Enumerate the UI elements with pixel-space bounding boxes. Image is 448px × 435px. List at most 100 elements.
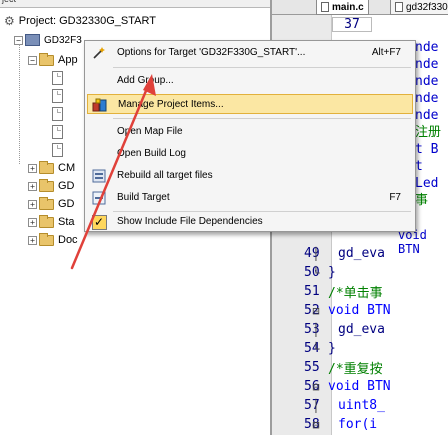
project-root[interactable]: ⚙ Project: GD32330G_START: [4, 13, 156, 29]
file-icon: [395, 2, 403, 12]
editor-tab-strip: main.c gd32f330: [272, 0, 448, 15]
menu-item-add-group[interactable]: Add Group...: [87, 71, 413, 91]
tree-file[interactable]: [52, 88, 67, 104]
checkbox-icon[interactable]: ✓: [91, 214, 107, 230]
line-number: 53: [304, 322, 320, 337]
menu-item-label: Open Build Log: [117, 148, 186, 159]
tab-label: gd32f330: [406, 1, 448, 13]
folder-icon: [39, 196, 54, 210]
panel-tab-fragment: ject: [2, 0, 16, 4]
menu-item-manage-project-items[interactable]: Manage Project Items...: [87, 94, 413, 114]
target-node[interactable]: − GD32F3: [14, 32, 82, 48]
wand-icon: [91, 45, 107, 61]
tree-group[interactable]: + Doc: [28, 232, 78, 248]
code-fragment: Led: [415, 176, 439, 191]
tree-label: GD: [58, 198, 75, 210]
tree-file[interactable]: [52, 106, 67, 122]
menu-separator: [113, 67, 411, 68]
menu-item-open-build-log[interactable]: Open Build Log: [87, 144, 413, 164]
code-text: gd_eva: [338, 322, 385, 337]
menu-item-label: Manage Project Items...: [118, 99, 224, 110]
project-items-icon: [92, 97, 108, 113]
code-text: /*单击事: [328, 286, 383, 301]
tree-label: GD: [58, 180, 75, 192]
expand-icon[interactable]: +: [28, 217, 37, 227]
code-line: 49 │ gd_eva: [272, 245, 385, 262]
code-text: void BTN: [328, 379, 391, 394]
code-line: 50 └ }: [272, 264, 336, 281]
folder-icon: [39, 232, 54, 246]
tree-group[interactable]: + GD: [28, 196, 75, 212]
menu-item-options-for-target[interactable]: Options for Target 'GD32F330G_START'... …: [87, 43, 413, 63]
file-icon: [52, 107, 63, 121]
expand-icon[interactable]: +: [28, 163, 37, 173]
menu-separator: [113, 118, 411, 119]
tab-main-c[interactable]: main.c: [316, 0, 369, 15]
line-number: 52: [304, 303, 320, 318]
code-text: uint8_: [338, 398, 385, 413]
fold-marker[interactable]: ⊟: [308, 304, 324, 318]
project-label: Project: GD32330G_START: [18, 15, 156, 27]
collapse-icon[interactable]: −: [28, 55, 37, 65]
expand-icon[interactable]: +: [28, 235, 37, 245]
code-fragment: t B: [415, 142, 439, 157]
menu-item-shortcut: Alt+F7: [371, 47, 401, 58]
code-line: 54 └ }: [272, 340, 336, 357]
code-fragment: nde: [415, 108, 439, 123]
file-icon: [52, 71, 63, 85]
code-text: void BTN: [328, 303, 391, 318]
menu-item-label: Options for Target 'GD32F330G_START'...: [117, 47, 306, 58]
code-text: /*重复按: [328, 362, 383, 377]
code-line: 58 ⊟ for(i: [272, 416, 377, 433]
code-line: 51 /*单击事: [272, 283, 383, 301]
code-fragment: 事: [415, 193, 429, 208]
tree-group-app[interactable]: − App: [28, 52, 78, 68]
file-icon: [52, 143, 63, 157]
fold-marker: │: [312, 246, 320, 261]
line-number: 49: [304, 246, 320, 261]
tree-file[interactable]: [52, 70, 67, 86]
tree-file[interactable]: [52, 124, 67, 140]
code-fragment: nde: [415, 91, 439, 106]
tree-label: Doc: [58, 234, 78, 246]
expand-icon[interactable]: +: [28, 181, 37, 191]
code-line: 52 ⊟ void BTN: [272, 302, 391, 319]
folder-icon: [39, 178, 54, 192]
tree-group[interactable]: + CM: [28, 160, 75, 176]
line-number: 54: [304, 341, 320, 356]
folder-icon: [39, 214, 54, 228]
code-fragments: nde nde nde nde nde 注册 t B t Led 事: [415, 39, 441, 209]
line-number: 50: [304, 265, 320, 280]
fold-marker: │: [312, 322, 320, 337]
panel-tab-strip: ject: [0, 0, 270, 8]
tree-group[interactable]: + Sta: [28, 214, 75, 230]
menu-item-rebuild-all[interactable]: Rebuild all target files: [87, 166, 413, 186]
menu-item-build-target[interactable]: Build Target F7: [87, 188, 413, 208]
code-fragment: t: [415, 159, 423, 174]
code-line: 56 ⊟ void BTN: [272, 378, 391, 395]
menu-item-open-map-file[interactable]: Open Map File: [87, 122, 413, 142]
code-line: 53 │ gd_eva: [272, 321, 385, 338]
target-label: GD32F3: [44, 34, 82, 46]
fold-marker[interactable]: ⊟: [308, 418, 324, 432]
file-icon: [321, 2, 329, 12]
file-icon: [52, 125, 63, 139]
expand-icon[interactable]: +: [28, 199, 37, 209]
tree-label: CM: [58, 162, 76, 174]
code-line: 55 /*重复按: [272, 359, 383, 377]
folder-icon: [39, 52, 54, 66]
tree-file[interactable]: [52, 142, 67, 158]
line-number: 58: [304, 417, 320, 432]
code-fragment: nde: [415, 74, 439, 89]
menu-item-show-include-deps[interactable]: ✓ Show Include File Dependencies: [87, 212, 413, 232]
tab-gd32f330[interactable]: gd32f330: [390, 0, 448, 15]
line-number: 37: [332, 17, 372, 32]
menu-item-label: Rebuild all target files: [117, 170, 213, 181]
checkmark-icon: ✓: [91, 214, 107, 230]
tree-group[interactable]: + GD: [28, 178, 75, 194]
fold-marker[interactable]: ⊟: [308, 380, 324, 394]
file-icon: [52, 89, 63, 103]
code-fragment: 注册: [415, 125, 442, 140]
menu-item-label: Open Map File: [117, 126, 183, 137]
fold-marker: └: [312, 265, 320, 280]
